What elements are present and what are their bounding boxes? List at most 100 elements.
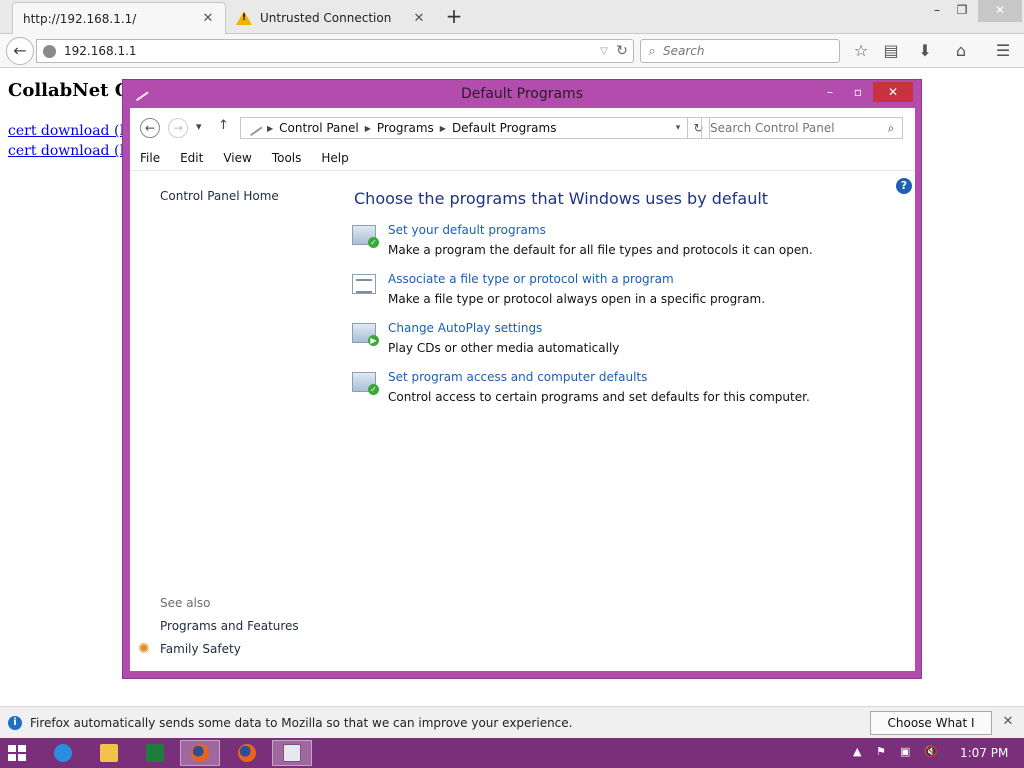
default-programs-icon: ✓: [352, 225, 379, 248]
tab-untrusted-connection[interactable]: Untrusted Connection ✕: [226, 2, 436, 34]
program-access-link[interactable]: Set program access and computer defaults: [388, 370, 647, 384]
restore-button[interactable]: ❐: [952, 0, 972, 22]
tab-close-icon[interactable]: ✕: [412, 11, 426, 26]
set-default-programs-link[interactable]: Set your default programs: [388, 223, 546, 237]
globe-icon: [43, 44, 56, 58]
menu-file[interactable]: File: [130, 148, 170, 170]
menu-help[interactable]: Help: [311, 148, 358, 170]
downloads-icon[interactable]: ⬇: [914, 41, 936, 61]
cp-forward-button[interactable]: →: [168, 118, 188, 138]
start-button[interactable]: [8, 745, 26, 761]
taskbar-file-explorer[interactable]: [89, 740, 129, 766]
new-tab-button[interactable]: +: [444, 5, 464, 27]
excel-icon: [146, 744, 164, 762]
cp-search-input[interactable]: [702, 121, 880, 135]
firefox-icon: [238, 744, 256, 762]
family-safety-link[interactable]: Family Safety: [160, 642, 241, 656]
minimize-button[interactable]: –: [928, 0, 946, 22]
task-program-access: ✓ Set program access and computer defaul…: [352, 370, 892, 410]
browser-toolbar: ← 192.168.1.1 ▽ ↻ ⌕ ☆ ▤ ⬇ ⌂ ☰: [0, 34, 1024, 68]
window-title: Default Programs: [461, 86, 583, 102]
task-description: Make a program the default for all file …: [388, 243, 813, 257]
breadcrumb-control-panel[interactable]: Control Panel: [279, 121, 359, 135]
network-icon[interactable]: ▣: [900, 745, 910, 758]
taskbar-firefox-2[interactable]: [227, 740, 267, 766]
clock[interactable]: 1:07 PM: [960, 746, 1008, 760]
up-arrow-icon[interactable]: ↑: [218, 118, 229, 133]
url-dropdown-icon[interactable]: ▽: [597, 46, 611, 57]
menu-icon[interactable]: ☰: [992, 41, 1014, 61]
taskbar: ▲ ⚑ ▣ 🔇 1:07 PM: [0, 738, 1024, 768]
menu-view[interactable]: View: [213, 148, 261, 170]
cp-close-button[interactable]: ✕: [873, 82, 913, 102]
task-set-default-programs: ✓ Set your default programs Make a progr…: [352, 223, 892, 263]
windows-logo-icon: [8, 745, 16, 752]
volume-muted-icon[interactable]: 🔇: [924, 745, 938, 758]
task-description: Control access to certain programs and s…: [388, 390, 810, 404]
notification-bar: i Firefox automatically sends some data …: [0, 706, 1024, 752]
tab-router-page[interactable]: http://192.168.1.1/ ✕: [12, 2, 226, 34]
search-icon[interactable]: ⌕: [880, 121, 902, 136]
cert-download-link-der[interactable]: cert download (DE: [8, 123, 141, 139]
see-also-heading: See also: [160, 596, 211, 610]
programs-and-features-link[interactable]: Programs and Features: [160, 619, 299, 633]
breadcrumb-programs[interactable]: Programs: [377, 121, 434, 135]
chevron-down-icon[interactable]: ▾: [669, 123, 687, 133]
control-panel-window: Default Programs – ▫ ✕ ← → ▾ ↑ ▶ Control…: [122, 79, 922, 679]
window-content: ← → ▾ ↑ ▶ Control Panel ▶ Programs ▶ Def…: [130, 108, 915, 671]
folder-icon: [100, 744, 118, 762]
browser-search-box[interactable]: ⌕: [640, 39, 840, 63]
reload-icon[interactable]: ↻: [611, 43, 633, 59]
warning-icon: [236, 11, 252, 25]
task-description: Make a file type or protocol always open…: [388, 292, 766, 306]
cp-minimize-button[interactable]: –: [819, 82, 841, 102]
task-associate-file-type: Associate a file type or protocol with a…: [352, 272, 892, 312]
home-icon[interactable]: ⌂: [950, 41, 972, 61]
cp-back-button[interactable]: ←: [140, 118, 160, 138]
window-titlebar[interactable]: Default Programs – ▫ ✕: [123, 80, 921, 108]
chevron-right-icon[interactable]: ▶: [267, 124, 273, 133]
change-autoplay-link[interactable]: Change AutoPlay settings: [388, 321, 542, 335]
url-text[interactable]: 192.168.1.1: [64, 44, 597, 58]
recent-locations-icon[interactable]: ▾: [196, 120, 202, 133]
taskbar-internet-explorer[interactable]: [43, 740, 83, 766]
associate-file-type-link[interactable]: Associate a file type or protocol with a…: [388, 272, 674, 286]
control-panel-icon: [283, 744, 301, 762]
url-bar[interactable]: 192.168.1.1 ▽ ↻: [36, 39, 634, 63]
bookmarks-list-icon[interactable]: ▤: [880, 41, 902, 61]
help-icon[interactable]: ?: [896, 178, 912, 194]
browser-search-input[interactable]: [663, 44, 833, 58]
file-association-icon: [352, 274, 376, 294]
breadcrumb-icon: [245, 119, 263, 137]
tab-close-icon[interactable]: ✕: [201, 11, 215, 26]
notification-text: Firefox automatically sends some data to…: [30, 716, 573, 730]
close-icon[interactable]: ✕: [1000, 714, 1016, 730]
cp-maximize-button[interactable]: ▫: [847, 82, 869, 102]
info-icon: i: [8, 716, 22, 730]
task-description: Play CDs or other media automatically: [388, 341, 620, 355]
back-button[interactable]: ←: [6, 37, 34, 65]
family-safety-icon: ✺: [138, 641, 150, 657]
bookmark-star-icon[interactable]: ☆: [850, 41, 872, 61]
show-hidden-icons[interactable]: ▲: [853, 745, 861, 758]
search-icon: ⌕: [648, 43, 656, 59]
cp-search-box[interactable]: ⌕: [701, 117, 903, 139]
chevron-right-icon[interactable]: ▶: [440, 124, 446, 133]
close-window-button[interactable]: ✕: [978, 0, 1022, 22]
breadcrumb-default-programs[interactable]: Default Programs: [452, 121, 557, 135]
internet-explorer-icon: [54, 744, 72, 762]
browser-tab-bar: http://192.168.1.1/ ✕ Untrusted Connecti…: [0, 0, 1024, 34]
taskbar-firefox[interactable]: [180, 740, 220, 766]
choose-what-i-share-button[interactable]: Choose What I Share: [870, 711, 992, 752]
menu-bar: File Edit View Tools Help: [130, 148, 915, 170]
cert-download-link-pem[interactable]: cert download (PE: [8, 143, 139, 159]
chevron-right-icon[interactable]: ▶: [365, 124, 371, 133]
menu-tools[interactable]: Tools: [262, 148, 312, 170]
taskbar-excel[interactable]: [135, 740, 175, 766]
control-panel-home-link[interactable]: Control Panel Home: [160, 189, 279, 203]
menu-edit[interactable]: Edit: [170, 148, 213, 170]
task-autoplay: ▶ Change AutoPlay settings Play CDs or o…: [352, 321, 892, 361]
taskbar-control-panel[interactable]: [272, 740, 312, 766]
action-center-flag-icon[interactable]: ⚑: [876, 745, 886, 758]
address-bar[interactable]: ▶ Control Panel ▶ Programs ▶ Default Pro…: [240, 117, 688, 139]
